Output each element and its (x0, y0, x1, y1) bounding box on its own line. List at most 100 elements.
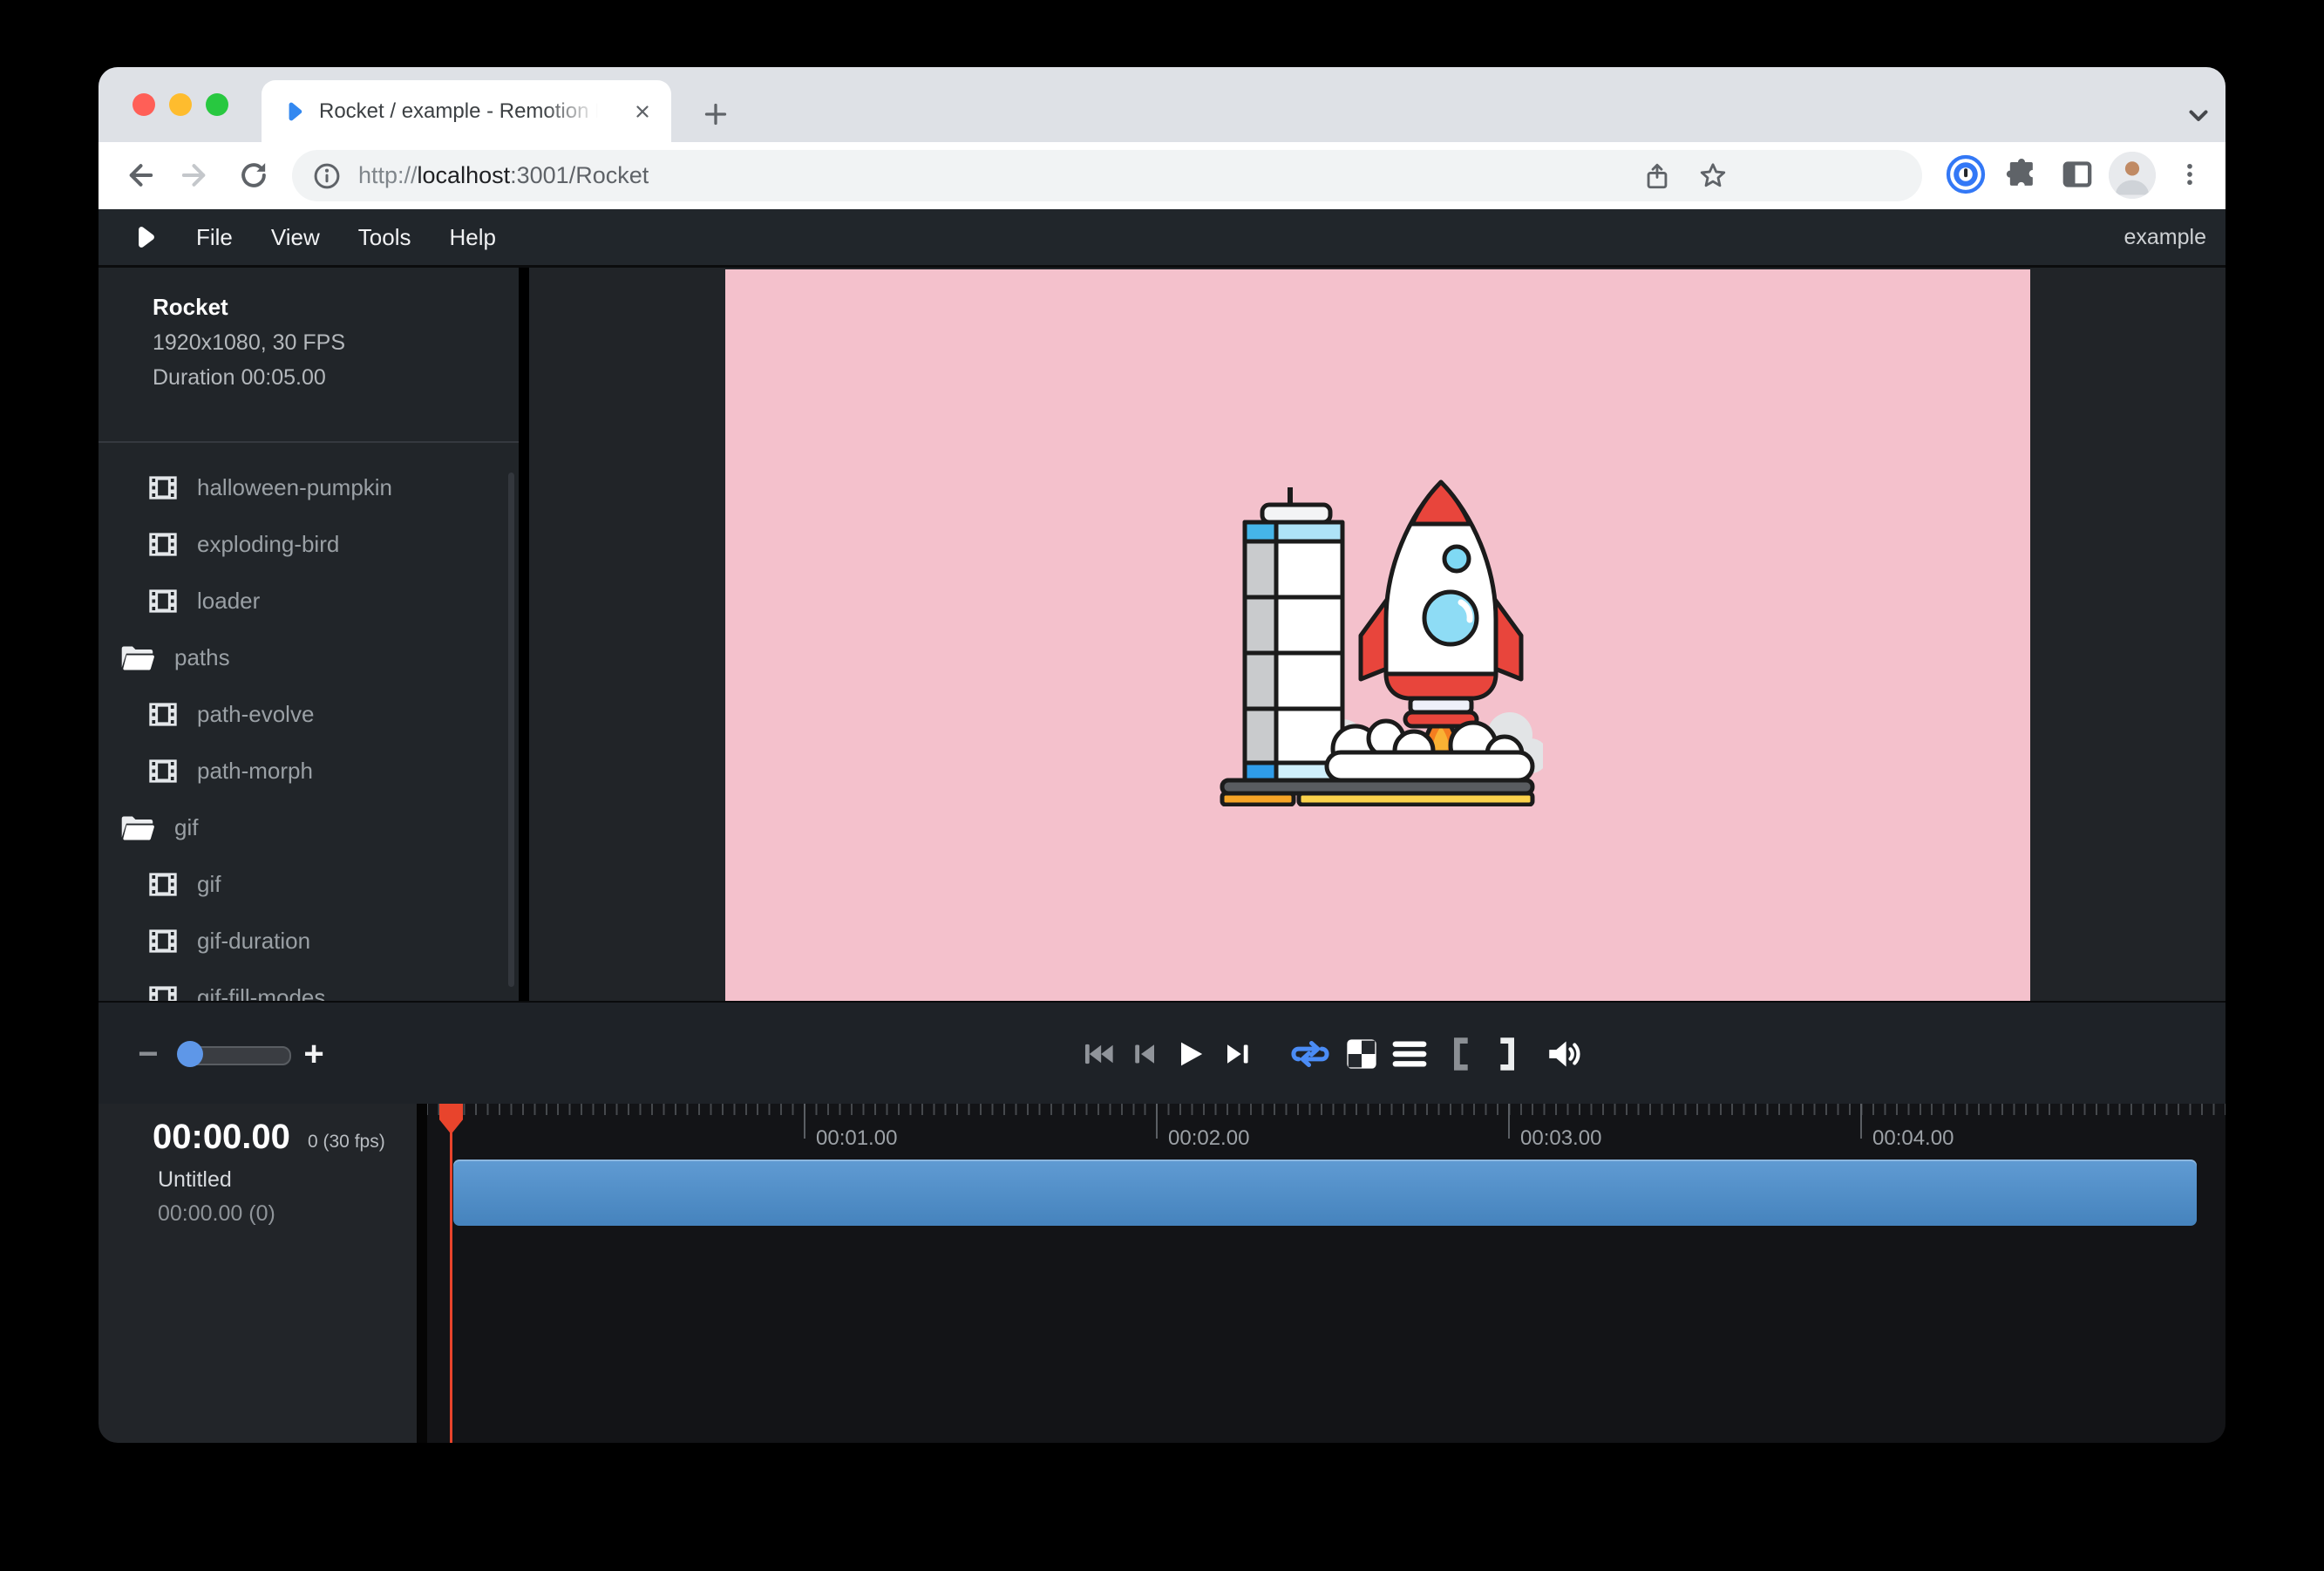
macos-close-button[interactable] (133, 93, 155, 116)
composition-label: loader (197, 588, 260, 615)
timeline-track-area[interactable]: 00:01.0000:02.0000:03.0000:04.00 (427, 1104, 2225, 1443)
film-icon (148, 758, 178, 784)
side-panel-icon[interactable] (2054, 151, 2101, 198)
timeline-zoom-out-button[interactable]: − (122, 1028, 174, 1080)
skip-to-start-icon[interactable] (1072, 1028, 1125, 1080)
ruler-ticks (427, 1104, 2225, 1115)
folder-label: paths (174, 644, 230, 671)
menu-item-tools[interactable]: Tools (358, 224, 411, 251)
folder-label: gif (174, 814, 198, 841)
ruler-second-label: 00:03.00 (1520, 1126, 1601, 1151)
menubar-items: File View Tools Help (158, 224, 496, 251)
timeline-section: 00:00.00 0 (30 fps) Untitled 00:00.00 (0… (99, 1104, 2225, 1443)
browser-tab[interactable]: Rocket / example - Remotion P (262, 80, 671, 142)
sidebar-divider (99, 441, 519, 443)
menu-item-file[interactable]: File (196, 224, 233, 251)
composition-row[interactable]: loader (99, 573, 519, 629)
tab-strip: Rocket / example - Remotion P (99, 67, 2225, 142)
in-point-bracket-icon[interactable] (1435, 1028, 1487, 1080)
timeline-track-bar[interactable] (453, 1160, 2197, 1226)
current-time-display: 00:00.00 (153, 1118, 290, 1157)
composition-label: path-morph (197, 758, 313, 785)
menu-item-view[interactable]: View (271, 224, 320, 251)
current-frame-display: 0 (30 fps) (308, 1132, 385, 1153)
ruler-second-tick (1860, 1104, 1862, 1139)
loop-icon[interactable] (1284, 1028, 1336, 1080)
track-name: Untitled (158, 1167, 232, 1193)
ruler-second-label: 00:02.00 (1168, 1126, 1249, 1151)
remotion-logo-icon[interactable] (132, 223, 158, 251)
timeline-zoom-in-button[interactable]: + (288, 1028, 340, 1080)
timeline-zoom-slider[interactable] (179, 1046, 291, 1065)
browser-menu-dots-icon[interactable] (2166, 151, 2213, 198)
browser-window: Rocket / example - Remotion P (99, 67, 2225, 1443)
reload-button[interactable] (231, 153, 276, 198)
track-time: 00:00.00 (0) (158, 1201, 275, 1227)
transparency-checkerboard-icon[interactable] (1335, 1028, 1388, 1080)
open-folder-icon (120, 644, 155, 672)
main-area: Rocket 1920x1080, 30 FPS Duration 00:05.… (99, 268, 2225, 1001)
film-icon (148, 588, 178, 614)
composition-duration: Duration 00:05.00 (153, 365, 345, 391)
composition-label: path-evolve (197, 701, 314, 728)
ruler-second-tick (1156, 1104, 1158, 1139)
film-icon (148, 702, 178, 727)
video-canvas[interactable] (725, 269, 2030, 1001)
extensions-puzzle-icon[interactable] (1998, 151, 2045, 198)
composition-label: gif-duration (197, 928, 310, 955)
folder-row[interactable]: gif (99, 799, 519, 856)
zoom-slider-thumb[interactable] (177, 1041, 203, 1067)
macos-zoom-button[interactable] (206, 93, 228, 116)
film-icon (148, 928, 178, 954)
new-tab-button[interactable] (700, 99, 731, 130)
previous-frame-icon[interactable] (1118, 1028, 1170, 1080)
skip-to-end-icon[interactable] (1212, 1028, 1264, 1080)
timeline-rows-icon[interactable] (1383, 1028, 1436, 1080)
composition-row[interactable]: halloween-pumpkin (99, 459, 519, 516)
timeline-ruler[interactable]: 00:01.0000:02.0000:03.0000:04.00 (427, 1104, 2225, 1154)
tab-close-icon[interactable] (629, 99, 656, 125)
ruler-second-tick (804, 1104, 805, 1139)
site-info-icon[interactable] (311, 160, 343, 192)
macos-minimize-button[interactable] (169, 93, 192, 116)
composition-row[interactable]: path-evolve (99, 686, 519, 743)
composition-label: halloween-pumpkin (197, 474, 392, 501)
out-point-bracket-icon[interactable] (1481, 1028, 1533, 1080)
ruler-second-label: 00:01.00 (816, 1126, 897, 1151)
tab-search-chevron-icon[interactable] (2184, 100, 2215, 132)
rocket-illustration (1212, 465, 1543, 806)
folder-row[interactable]: paths (99, 629, 519, 686)
preview-area (529, 268, 2225, 1001)
composition-row[interactable]: gif (99, 856, 519, 913)
compositions-sidebar: Rocket 1920x1080, 30 FPS Duration 00:05.… (99, 268, 519, 1001)
playback-controls-bar: − + Fit 1x (99, 1001, 2225, 1105)
onepassword-extension-icon[interactable] (1942, 151, 1989, 198)
profile-avatar[interactable] (2109, 152, 2156, 199)
timeline-left-panel: 00:00.00 0 (30 fps) Untitled 00:00.00 (0… (99, 1104, 417, 1443)
back-button[interactable] (116, 153, 161, 198)
playhead-line (450, 1104, 452, 1443)
tab-title: Rocket / example - Remotion P (319, 99, 607, 124)
url-text: http://localhost:3001/Rocket (358, 162, 649, 189)
play-icon[interactable] (1164, 1028, 1216, 1080)
composition-label: exploding-bird (197, 531, 339, 558)
volume-icon[interactable] (1539, 1028, 1591, 1080)
bookmark-star-icon[interactable] (1690, 150, 1736, 201)
composition-row[interactable]: path-morph (99, 743, 519, 799)
forward-button[interactable] (173, 153, 219, 198)
share-icon[interactable] (1634, 150, 1680, 201)
composition-info: Rocket 1920x1080, 30 FPS Duration 00:05.… (153, 294, 345, 391)
remotion-favicon-icon (282, 100, 305, 123)
composition-resolution: 1920x1080, 30 FPS (153, 330, 345, 356)
ruler-second-tick (1508, 1104, 1510, 1139)
menu-item-help[interactable]: Help (450, 224, 496, 251)
film-icon (148, 872, 178, 897)
film-icon (148, 532, 178, 557)
project-name-label: example (2124, 209, 2207, 265)
sidebar-scrollbar[interactable] (508, 473, 514, 987)
film-icon (148, 475, 178, 500)
composition-name: Rocket (153, 294, 345, 321)
composition-row[interactable]: gif-duration (99, 913, 519, 969)
composition-label: gif (197, 871, 221, 898)
composition-row[interactable]: exploding-bird (99, 516, 519, 573)
